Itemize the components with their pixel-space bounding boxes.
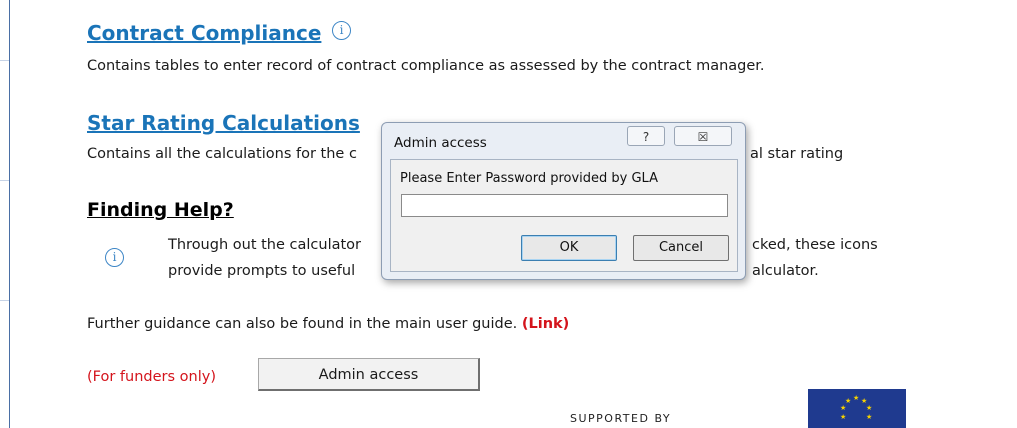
supported-by-label: SUPPORTED BY <box>570 412 672 425</box>
finding-help-heading: Finding Help? <box>87 199 234 221</box>
row-tick <box>0 180 9 181</box>
eu-flag-icon: ★ ★ ★ ★ ★ ★ ★ <box>808 389 906 428</box>
eu-star: ★ <box>853 394 860 402</box>
dialog-body: Please Enter Password provided by GLA OK… <box>390 159 738 272</box>
row-tick <box>0 300 9 301</box>
close-icon[interactable]: ☒ <box>674 126 732 146</box>
cancel-button[interactable]: Cancel <box>633 235 729 261</box>
info-icon[interactable]: i <box>332 21 351 40</box>
contract-compliance-link[interactable]: Contract Compliance <box>87 21 321 45</box>
password-input[interactable] <box>401 194 728 217</box>
help-text-line2-left: provide prompts to useful <box>168 263 356 279</box>
eu-star: ★ <box>840 404 847 412</box>
star-rating-link[interactable]: Star Rating Calculations <box>87 111 360 135</box>
contract-compliance-description: Contains tables to enter record of contr… <box>87 58 765 74</box>
help-text-line1-right: cked, these icons <box>752 237 878 253</box>
ok-button[interactable]: OK <box>521 235 617 261</box>
admin-access-dialog: Admin access ? ☒ Please Enter Password p… <box>381 122 746 280</box>
info-icon: i <box>105 248 124 267</box>
funders-only-label: (For funders only) <box>87 369 216 385</box>
eu-star: ★ <box>866 404 873 412</box>
sheet-left-border <box>0 0 10 428</box>
admin-access-button[interactable]: Admin access <box>258 358 480 391</box>
row-tick <box>0 60 9 61</box>
dialog-title: Admin access <box>394 135 487 151</box>
further-guidance-label: Further guidance can also be found in th… <box>87 316 518 332</box>
password-prompt: Please Enter Password provided by GLA <box>400 171 658 186</box>
star-rating-description-right: al star rating <box>750 146 844 162</box>
user-guide-link[interactable]: (Link) <box>522 316 569 332</box>
further-guidance-text: Further guidance can also be found in th… <box>87 316 569 332</box>
star-rating-description-left: Contains all the calculations for the c <box>87 146 357 162</box>
eu-star: ★ <box>866 413 873 421</box>
help-text-line1-left: Through out the calculator <box>168 237 361 253</box>
help-text-line2-right: alculator. <box>752 263 819 279</box>
help-icon[interactable]: ? <box>627 126 665 146</box>
eu-star: ★ <box>840 413 847 421</box>
